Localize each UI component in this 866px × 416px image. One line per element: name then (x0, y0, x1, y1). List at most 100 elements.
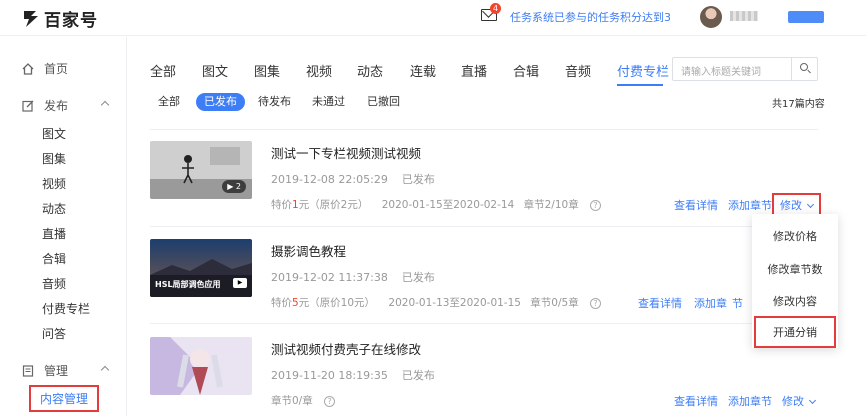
home-icon (22, 62, 34, 75)
item-meta: 2019-12-02 11:37:38 已发布 (271, 269, 435, 285)
filter-pending[interactable]: 待发布 (258, 93, 291, 111)
add-chapter-link[interactable]: 添加章节 (728, 197, 772, 213)
item-title[interactable]: 测试视频付费壳子在线修改 (271, 339, 421, 358)
menu-item-edit-price[interactable]: 修改价格 (752, 228, 838, 244)
tab-audio[interactable]: 音频 (565, 61, 591, 80)
menu-item-edit-content[interactable]: 修改内容 (752, 293, 838, 309)
view-details-link[interactable]: 查看详情 (674, 197, 718, 213)
item-meta: 2019-11-20 18:19:35 已发布 (271, 367, 435, 383)
username-blurred[interactable] (730, 11, 758, 21)
tab-dynamic[interactable]: 动态 (357, 61, 383, 80)
thumbnail-caption: HSL局部调色应用 (155, 280, 221, 289)
view-details-link[interactable]: 查看详情 (638, 295, 682, 311)
tab-paid-column[interactable]: 付费专栏 (617, 61, 669, 80)
list-item: 测试视频付费壳子在线修改 2019-11-20 18:19:35 已发布 章节0/… (150, 337, 818, 416)
document-icon (22, 364, 34, 377)
tab-serial[interactable]: 连载 (410, 61, 436, 80)
filter-published[interactable]: 已发布 (196, 93, 245, 111)
chevron-down-icon (808, 396, 817, 405)
price-original: 元（原价2元） (298, 199, 369, 211)
price-value: 5 (292, 297, 299, 309)
sidebar-item-live[interactable]: 直播 (42, 225, 66, 242)
menu-item-edit-chapter-count[interactable]: 修改章节数 (752, 261, 838, 277)
notice-link[interactable]: 任务系统已参与的任务积分达到3... (510, 9, 670, 25)
divider (150, 129, 818, 130)
item-title[interactable]: 测试一下专栏视频测试视频 (271, 143, 421, 162)
sale-period: 2020-01-13至2020-01-15 (388, 297, 521, 309)
sidebar: 首页 发布 图文 图集 视频 动态 直播 合辑 音频 付费专栏 问答 管理 内容… (0, 37, 127, 416)
item-status: 已发布 (401, 271, 435, 284)
filter-withdrawn[interactable]: 已撤回 (367, 93, 400, 111)
filter-rejected[interactable]: 未通过 (312, 93, 345, 111)
price-label: 特价 (271, 199, 292, 211)
sidebar-item-content-manage[interactable]: 内容管理 (29, 385, 100, 412)
item-time: 2019-12-08 22:05:29 (271, 173, 388, 186)
help-icon[interactable]: ? (324, 395, 336, 407)
sidebar-item-paid-column[interactable]: 付费专栏 (42, 300, 90, 317)
sidebar-group-publish[interactable]: 发布 (22, 97, 68, 114)
sidebar-item-article[interactable]: 图文 (42, 125, 66, 142)
list-item: HSL局部调色应用 ▶ 摄影调色教程 2019-12-02 11:37:38 已发… (150, 239, 818, 329)
total-count: 共17篇内容 (772, 99, 825, 110)
edit-label: 修改 (780, 199, 802, 212)
video-thumbnail[interactable] (150, 337, 252, 395)
add-chapter-link[interactable]: 添加章节 (728, 393, 772, 409)
price-value: 1 (292, 199, 299, 211)
sidebar-item-video[interactable]: 视频 (42, 175, 66, 192)
price-original: 元（原价10元） (298, 297, 376, 309)
sale-period: 2020-01-15至2020-02-14 (381, 199, 515, 211)
view-details-link[interactable]: 查看详情 (674, 393, 718, 409)
item-status: 已发布 (401, 173, 435, 186)
search-icon (800, 63, 808, 71)
tab-gallery[interactable]: 图集 (254, 61, 280, 80)
chevron-down-icon (806, 200, 815, 209)
sidebar-item-dynamic[interactable]: 动态 (42, 200, 66, 217)
edit-dropdown-button[interactable]: 修改 (782, 393, 817, 409)
top-header: 百家号 4 任务系统已参与的任务积分达到3... (0, 0, 866, 36)
tab-collection[interactable]: 合辑 (513, 61, 539, 80)
edit-label: 修改 (782, 395, 804, 408)
tab-live[interactable]: 直播 (461, 61, 487, 80)
play-count-badge: ▶ 2 (222, 180, 246, 193)
item-time: 2019-12-02 11:37:38 (271, 271, 388, 284)
item-title[interactable]: 摄影调色教程 (271, 241, 346, 260)
sidebar-group-label: 管理 (44, 364, 69, 378)
menu-item-enable-distribution[interactable]: 开通分销 (754, 316, 836, 348)
search-input[interactable]: 请输入标题关键词 (681, 63, 761, 78)
divider (150, 226, 818, 227)
edit-icon (22, 100, 34, 112)
tab-article[interactable]: 图文 (202, 61, 228, 80)
add-chapter-link[interactable]: 添加章 (694, 295, 727, 311)
add-chapter-link-overflow[interactable]: 节 (732, 295, 743, 311)
active-tab-indicator (617, 84, 663, 86)
price-label: 特价 (271, 297, 292, 309)
search-button[interactable] (791, 58, 817, 80)
item-meta: 2019-12-08 22:05:29 已发布 (271, 171, 435, 187)
help-icon[interactable]: ? (590, 199, 602, 211)
item-info: 特价1元（原价2元） 2020-01-15至2020-02-14 章节2/10章… (271, 197, 602, 212)
sidebar-group-manage[interactable]: 管理 (22, 362, 68, 379)
item-time: 2019-11-20 18:19:35 (271, 369, 388, 382)
list-item: ▶ 2 测试一下专栏视频测试视频 2019-12-08 22:05:29 已发布 … (150, 141, 821, 231)
video-thumbnail[interactable]: HSL局部调色应用 ▶ (150, 239, 252, 297)
video-thumbnail[interactable]: ▶ 2 (150, 141, 252, 199)
tab-video[interactable]: 视频 (306, 61, 332, 80)
search-box: 请输入标题关键词 (672, 57, 818, 81)
logo[interactable]: 百家号 (22, 6, 98, 31)
item-info: 特价5元（原价10元） 2020-01-13至2020-01-15 章节0/5章… (271, 295, 602, 310)
sidebar-item-audio[interactable]: 音频 (42, 275, 66, 292)
sidebar-item-collection[interactable]: 合辑 (42, 250, 66, 267)
sidebar-item-home[interactable]: 首页 (22, 60, 68, 77)
chevron-up-icon[interactable] (100, 100, 110, 110)
mail-badge: 4 (490, 3, 501, 14)
play-icon: ▶ (233, 278, 247, 288)
avatar[interactable] (700, 6, 722, 28)
sidebar-item-qa[interactable]: 问答 (42, 325, 66, 342)
item-info: 章节0/章 ? (271, 393, 336, 408)
thumbnail-image (150, 337, 252, 395)
tab-all[interactable]: 全部 (150, 61, 176, 80)
chevron-up-icon[interactable] (100, 365, 110, 375)
filter-all[interactable]: 全部 (158, 93, 180, 111)
sidebar-item-gallery[interactable]: 图集 (42, 150, 66, 167)
help-icon[interactable]: ? (590, 297, 602, 309)
